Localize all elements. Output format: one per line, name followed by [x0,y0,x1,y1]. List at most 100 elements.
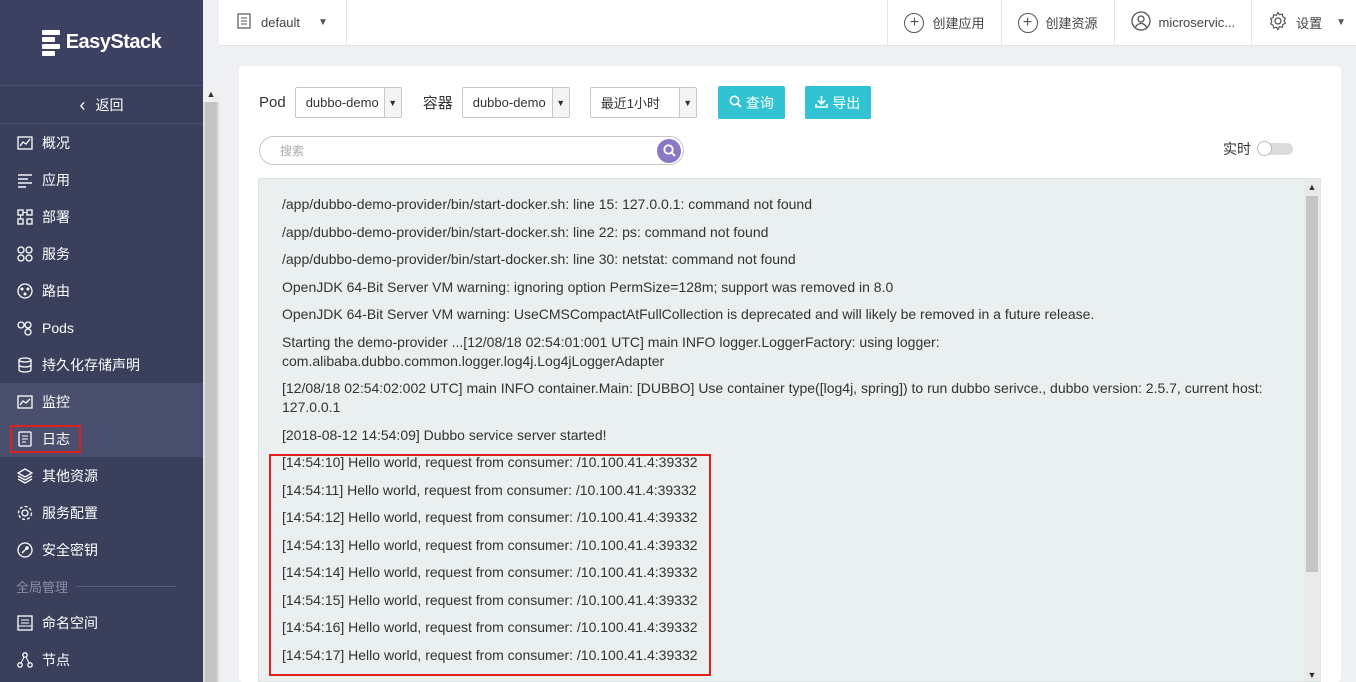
sidebar-item-label: 服务配置 [42,504,98,521]
log-line: [14:54:12] Hello world, request from con… [282,509,698,525]
sidebar-item-pvc[interactable]: 持久化存储声明 [0,346,203,383]
easystack-logo-icon [41,29,60,56]
list-icon [16,171,34,189]
search-icon [729,95,742,111]
sidebar-item-secrets[interactable]: 安全密钥 [0,531,203,568]
highlight-box [10,425,81,453]
monitor-icon [16,393,34,411]
settings-menu[interactable]: 设置 ▼ [1251,0,1356,46]
log-line: [14:54:17] Hello world, request from con… [282,646,698,663]
sidebar-item-label: 其他资源 [42,467,98,484]
layers-icon [16,467,34,485]
query-button[interactable]: 查询 [717,86,785,119]
deploy-icon [16,208,34,226]
section-global-label: 全局管理 [0,568,203,604]
log-lines: /app/dubbo-demo-provider/bin/start-docke… [282,195,1282,673]
chevron-down-icon: ▼ [678,88,696,117]
sidebar-item-namespaces[interactable]: 命名空间 [0,604,203,641]
log-line: [14:54:14] Hello world, request from con… [282,564,698,580]
user-menu[interactable]: microservic... [1113,0,1252,46]
sidebar-item-other-resources[interactable]: 其他资源 [0,457,203,494]
sidebar-item-label: Pods [42,319,74,336]
sidebar-item-services[interactable]: 服务 [0,235,203,272]
brand-name: EasyStack [65,31,162,53]
sidebar-item-nodes[interactable]: 节点 [0,641,203,678]
chevron-down-icon: ▼ [551,88,569,117]
sidebar: EasyStack ‹ 返回 概况 应用 部署 服务 路由 Pods 持久化存储… [0,0,203,682]
pod-label: Pod [259,94,286,111]
log-scrollbar[interactable]: ▲ ▼ [1304,179,1320,681]
sidebar-item-overview[interactable]: 概况 [0,124,203,161]
key-icon [16,541,34,559]
sidebar-item-service-config[interactable]: 服务配置 [0,494,203,531]
realtime-label: 实时 [1223,141,1251,157]
export-button[interactable]: 导出 [804,86,871,119]
sidebar-item-label: 应用 [42,171,70,188]
scrollbar-thumb[interactable] [1306,196,1318,572]
user-icon [1130,11,1151,34]
namespace-selector[interactable]: default ▼ [219,0,347,46]
route-icon [16,282,34,300]
container-label: 容器 [422,95,453,112]
plus-circle-icon: + [904,12,925,33]
sidebar-item-apps[interactable]: 应用 [0,161,203,198]
log-line: /app/dubbo-demo-provider/bin/start-docke… [282,196,812,212]
scrollbar-thumb[interactable] [205,102,217,682]
log-line: [2018-08-12 14:54:09] Dubbo service serv… [282,426,607,443]
config-icon [16,504,34,522]
log-search [259,136,684,165]
container-select-value: dubbo-demo [472,95,546,110]
sidebar-item-logs[interactable]: 日志 [0,420,203,457]
scroll-down-icon[interactable]: ▼ [1304,667,1320,681]
service-icon [16,245,34,263]
create-resource-label: 创建资源 [1045,16,1098,31]
sidebar-scrollbar[interactable]: ▲ [203,86,219,682]
realtime-control: 实时 [1223,139,1293,159]
create-app-button[interactable]: + 创建应用 [887,0,1000,46]
log-line: [12/08/18 02:54:02:002 UTC] main INFO co… [282,380,1263,415]
pod-select[interactable]: dubbo-demo ▼ [294,87,402,118]
log-line: Starting the demo-provider ...[12/08/18 … [282,333,940,369]
caret-down-icon: ▼ [318,17,328,28]
chart-icon [16,134,34,152]
realtime-toggle[interactable] [1257,141,1293,156]
log-line: [14:54:16] Hello world, request from con… [282,619,698,635]
sidebar-item-label: 部署 [42,208,70,225]
back-button[interactable]: ‹ 返回 [0,86,203,124]
log-output[interactable]: /app/dubbo-demo-provider/bin/start-docke… [258,178,1321,682]
search-input[interactable] [260,137,657,164]
sidebar-item-pods[interactable]: Pods [0,309,203,346]
time-range-value: 最近1小时 [600,96,660,111]
sidebar-item-label: 概况 [42,134,70,151]
sidebar-item-label: 安全密钥 [42,541,98,558]
chevron-left-icon: ‹ [79,94,86,115]
time-range-select[interactable]: 最近1小时 ▼ [589,87,697,118]
sidebar-nav: 概况 应用 部署 服务 路由 Pods 持久化存储声明 监控 日志 其他资源 服… [0,124,203,568]
scroll-up-icon[interactable]: ▲ [203,86,219,102]
top-bar: default ▼ + 创建应用 + 创建资源 microservic... 设… [219,0,1356,46]
sidebar-item-label: 持久化存储声明 [42,356,140,373]
sidebar-item-monitor[interactable]: 监控 [0,383,203,420]
scroll-up-icon[interactable]: ▲ [1304,179,1320,195]
plus-circle-icon: + [1017,12,1038,33]
log-line: OpenJDK 64-Bit Server VM warning: UseCMS… [282,306,1095,322]
log-line: /app/dubbo-demo-provider/bin/start-docke… [282,223,769,240]
sidebar-item-deploy[interactable]: 部署 [0,198,203,235]
pod-select-value: dubbo-demo [305,95,379,110]
chevron-down-icon: ▼ [383,88,401,117]
search-icon [662,144,676,157]
sidebar-item-routes[interactable]: 路由 [0,272,203,309]
query-button-label: 查询 [745,94,774,111]
sidebar-global-nav: 命名空间 节点 [0,604,203,678]
log-line: OpenJDK 64-Bit Server VM warning: ignori… [282,278,894,295]
sidebar-item-label: 路由 [42,282,70,299]
create-resource-button[interactable]: + 创建资源 [1000,0,1114,46]
node-icon [16,651,34,669]
brand-logo[interactable]: EasyStack [0,0,203,86]
sidebar-item-label: 命名空间 [42,614,98,631]
container-select[interactable]: dubbo-demo ▼ [461,87,570,118]
sidebar-item-label: 服务 [42,245,70,262]
user-name: microservic... [1158,15,1236,30]
log-panel: Pod dubbo-demo ▼ 容器 dubbo-demo ▼ 最近1小时 ▼… [239,66,1341,682]
search-button[interactable] [657,138,681,163]
